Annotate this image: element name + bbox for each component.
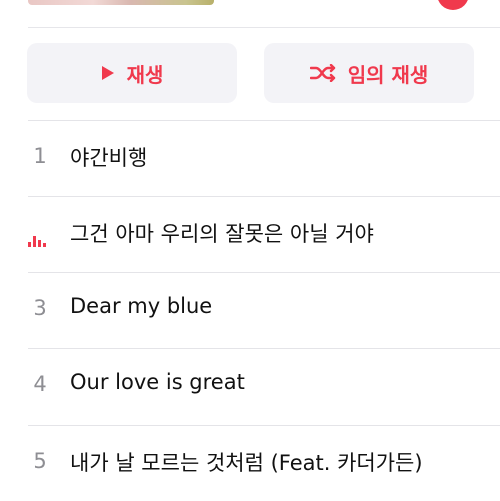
track-number: 4 (33, 372, 47, 396)
track-number: 3 (33, 296, 47, 320)
play-button[interactable]: 재생 (27, 43, 237, 103)
divider (28, 196, 500, 197)
shuffle-icon (309, 64, 336, 82)
now-playing-equalizer-icon (28, 232, 50, 251)
shuffle-button-label: 임의 재생 (347, 62, 429, 87)
track-number: 5 (33, 449, 47, 473)
divider (28, 120, 500, 121)
track-title: 내가 날 모르는 것처럼 (Feat. 카더가든) (70, 451, 423, 475)
divider (28, 425, 500, 426)
track-row[interactable]: 1 야간비행 (0, 120, 500, 196)
track-title: 그건 아마 우리의 잘못은 아닐 거야 (70, 222, 374, 246)
play-icon (101, 65, 115, 81)
album-artwork[interactable] (28, 0, 214, 5)
divider (28, 27, 500, 28)
track-title: 야간비행 (70, 146, 148, 170)
track-row[interactable]: 4 Our love is great (0, 348, 500, 424)
track-row[interactable]: 3 Dear my blue (0, 272, 500, 348)
play-button-label: 재생 (126, 62, 164, 87)
track-title: Our love is great (70, 370, 245, 394)
track-title: Dear my blue (70, 294, 213, 318)
shuffle-button[interactable]: 임의 재생 (264, 43, 474, 103)
track-row-now-playing[interactable]: 그건 아마 우리의 잘못은 아닐 거야 (0, 196, 500, 272)
divider (28, 348, 500, 349)
divider (28, 272, 500, 273)
track-number: 1 (33, 144, 47, 168)
track-row[interactable]: 5 내가 날 모르는 것처럼 (Feat. 카더가든) (0, 425, 500, 501)
more-options-button[interactable] (437, 0, 469, 10)
